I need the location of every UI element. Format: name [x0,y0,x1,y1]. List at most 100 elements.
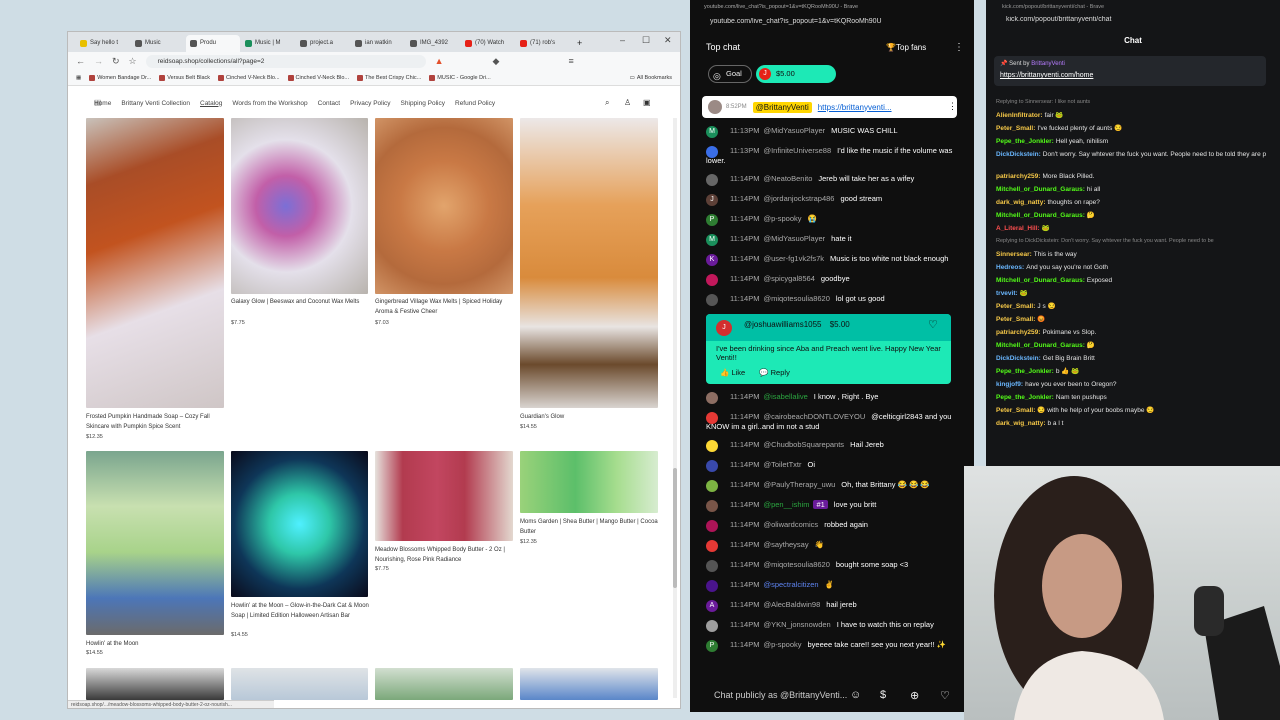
message-author[interactable]: dark_wig_natty: [996,199,1046,206]
chat-message[interactable]: 11:14PM @cairobeachDONTLOVEYOU @celticgirl… [706,412,956,432]
bookmark-item[interactable]: MUSIC - Google Dri... [429,74,491,81]
message-author[interactable]: @BrittanyVenti [752,101,812,113]
add-icon[interactable]: ⊕ [910,689,919,702]
product-image-row3[interactable] [86,668,224,700]
chat-message[interactable]: Sinnersear: This is the way [996,250,1266,259]
chat-message[interactable]: kingjof9: have you ever been to Oregon? [996,380,1266,389]
avatar[interactable]: M [706,234,718,246]
url-field[interactable]: reidsoap.shop/collections/all?page=2 [145,54,426,68]
account-icon[interactable]: ♙ [624,98,631,107]
scrollbar-thumb[interactable] [673,468,677,588]
message-author[interactable]: @p-spooky [763,214,801,223]
chat-message[interactable]: dark_wig_natty: thoughts on rape? [996,198,1266,207]
product-title[interactable]: Guardian's Glow [520,412,660,422]
avatar[interactable] [706,294,718,306]
product-title[interactable]: Howlin' at the Moon – Glow-in-the-Dark C… [231,601,371,621]
product-image-howlin-moon-candle[interactable] [86,451,224,635]
browser-tab[interactable]: Say hello t [76,35,130,52]
maximize-icon[interactable]: ☐ [642,35,650,46]
message-author[interactable]: patriarchy259: [996,173,1040,180]
avatar[interactable]: P [706,640,718,652]
brave-shield-icon[interactable]: ▲ [435,56,444,66]
chat-message[interactable]: 11:14PM @isabellalive I know , Right . Bye [706,392,956,404]
message-author[interactable]: @AlecBaldwin98 [763,600,820,609]
pinned-user[interactable]: BrittanyVenti [1031,61,1065,67]
chat-message[interactable]: 11:14PM @saytheysay 👋 [706,540,956,552]
pinned-link[interactable]: https://brittanyventi... [818,103,892,112]
chat-message[interactable]: Peter_Small: 😏 with he help of your boobs… [996,406,1266,415]
heart-icon[interactable]: ♡ [940,689,950,702]
message-author[interactable]: @MidYasuoPlayer [763,234,825,243]
bookmark-item[interactable]: Cinched V-Neck Blo... [218,74,280,81]
bookmark-item[interactable]: The Best Crispy Chic... [357,74,421,81]
chat-message[interactable]: DickDickstein: Don't worry. Say whtever t… [996,150,1266,159]
message-author[interactable]: @jordanjockstrap486 [763,194,834,203]
super-chat-author[interactable]: @joshuawilliams1055 [744,320,822,329]
product-title[interactable]: Frosted Pumpkin Handmade Soap – Cozy Fal… [86,412,226,432]
message-author[interactable]: @miqotesoulia8620 [763,560,829,569]
store-nav-link[interactable]: Privacy Policy [350,100,390,107]
more-options-icon[interactable]: ⋮ [948,101,957,112]
message-author[interactable]: @isabellalive [763,392,807,401]
message-author[interactable]: @PaulyTherapy_uwu [763,480,835,489]
product-title[interactable]: Gingerbread Village Wax Melts | Spiced H… [375,297,515,317]
close-icon[interactable]: ✕ [664,35,672,46]
browser-tab[interactable]: Produ [186,35,240,52]
like-button[interactable]: 👍 Like [720,368,745,377]
product-image-gingerbread[interactable] [375,118,513,294]
message-author[interactable]: Pepe_the_Jonkler: [996,138,1054,145]
chat-message[interactable]: Mitchell_or_Dunard_Garaus: 🤔 [996,211,1266,220]
message-author[interactable]: DickDickstein: [996,151,1041,158]
product-image-galaxy-glow[interactable] [231,118,368,294]
store-nav-link[interactable]: Words from the Workshop [232,100,307,107]
chat-message[interactable]: patriarchy259: More Black Pilled. [996,172,1266,181]
chat-message[interactable]: A 11:14PM @AlecBaldwin98 hail jereb [706,600,956,612]
more-options-icon[interactable]: ⋮ [954,42,964,53]
chat-message[interactable]: AlienInfiltrator: fair 🐸 [996,111,1266,120]
chat-message[interactable]: K 11:14PM @user-fg1vk2fs7k Music is too whi… [706,254,956,266]
browser-tab[interactable]: Music | M [241,35,295,52]
avatar[interactable] [706,392,718,404]
message-author[interactable]: Mitchell_or_Dunard_Garaus: [996,342,1085,349]
avatar[interactable]: P [706,214,718,226]
avatar[interactable] [706,146,718,158]
message-author[interactable]: DickDickstein: [996,355,1041,362]
chat-message[interactable]: Mitchell_or_Dunard_Garaus: 🤔 [996,341,1266,350]
message-author[interactable]: @MidYasuoPlayer [763,126,825,135]
chat-message[interactable]: Pepe_the_Jonkler: Hell yeah, nihilism [996,137,1266,146]
store-nav-link[interactable]: Brittany Venti Collection [121,100,190,107]
message-author[interactable]: Mitchell_or_Dunard_Garaus: [996,186,1085,193]
message-author[interactable]: @user-fg1vk2fs7k [763,254,824,263]
apps-icon[interactable]: ▦ [76,75,81,81]
chat-message[interactable]: 11:14PM @PaulyTherapy_uwu Oh, that Brittan… [706,480,956,492]
chat-message[interactable]: 11:14PM @ToiletTxtr Oi [706,460,956,472]
new-tab-button[interactable]: + [577,35,582,52]
forward-icon[interactable]: → [94,56,103,66]
store-nav-link[interactable]: Home [94,100,111,107]
message-author[interactable]: Peter_Small: [996,125,1035,132]
avatar[interactable] [706,480,718,492]
chat-message[interactable]: P 11:14PM @p-spooky 😭 [706,214,956,226]
browser-tab[interactable]: ian watkin [351,35,405,52]
avatar[interactable]: M [706,126,718,138]
avatar[interactable] [706,440,718,452]
store-nav-link[interactable]: Contact [318,100,340,107]
top-chat-dropdown[interactable]: Top chat [706,42,740,52]
url-field[interactable]: kick.com/popout/brittanyventi/chat [986,16,1280,30]
message-author[interactable]: AlienInfiltrator: [996,112,1043,119]
chat-message[interactable]: Peter_Small: I've fucked plenty of aunts … [996,124,1266,133]
super-chat-ticker[interactable]: J $5.00 [756,65,836,83]
chat-message[interactable]: 11:14PM @miqotesoulia8620 bought some soap… [706,560,956,572]
message-author[interactable]: @oliwardcomics [763,520,818,529]
heart-icon[interactable]: ♡ [928,318,938,331]
product-image-frosted-pumpkin[interactable] [86,118,224,408]
pinned-message[interactable]: 📌 Sent by BrittanyVenti https://brittany… [994,56,1266,86]
message-author[interactable]: @YKN_jonsnowden [763,620,830,629]
message-author[interactable]: patriarchy259: [996,329,1040,336]
chat-message[interactable]: DickDickstein: Get Big Brain Britt [996,354,1266,363]
avatar[interactable]: A [706,600,718,612]
chat-message[interactable]: Pepe_the_Jonkler: b 👍 🐸 [996,367,1266,376]
avatar[interactable] [706,500,718,512]
chat-message[interactable]: dark_wig_natty: b a l t [996,419,1266,428]
message-author[interactable]: @saytheysay [763,540,808,549]
